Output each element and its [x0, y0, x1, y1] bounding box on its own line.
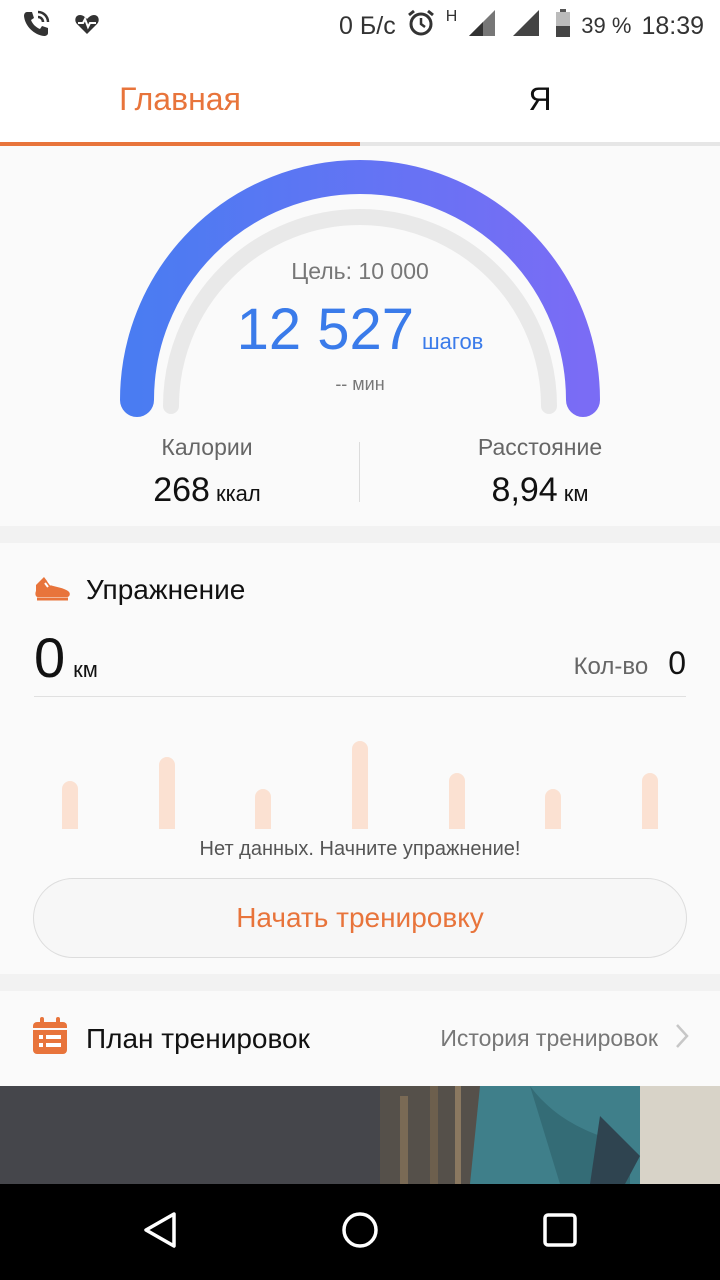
placeholder-bar: [255, 789, 271, 829]
tab-main-label: Главная: [119, 80, 241, 117]
distance-metric: Расстояние 8,94 км: [360, 434, 720, 510]
exercise-count: Кол-во 0: [574, 645, 686, 682]
running-shoe-icon: [34, 573, 72, 606]
alarm-icon: [406, 8, 436, 45]
home-icon: [340, 1210, 380, 1255]
signal-icon: [511, 8, 545, 45]
exercise-separator: [34, 696, 686, 697]
tab-me-label: Я: [528, 80, 552, 117]
calories-unit: ккал: [215, 481, 261, 506]
steps-card[interactable]: Цель: 10 000 12 527 шагов -- мин Калории…: [0, 146, 720, 526]
training-history-label: История тренировок: [440, 1025, 658, 1051]
clock: 18:39: [641, 11, 704, 40]
network-letter: H: [445, 8, 458, 25]
distance-unit: км: [563, 481, 589, 506]
calories-value: 268: [153, 471, 210, 509]
calories-metric: Калории 268 ккал: [27, 434, 387, 510]
calendar-icon: [32, 1017, 68, 1060]
exercise-distance: 0 км: [34, 625, 98, 690]
tab-main[interactable]: Главная: [0, 52, 360, 146]
placeholder-bar: [449, 773, 465, 829]
steps-unit: шагов: [422, 329, 484, 354]
exercise-title: Упражнение: [86, 573, 246, 605]
workout-banner-image[interactable]: [0, 1086, 720, 1184]
exercise-count-label: Кол-во: [573, 653, 649, 680]
placeholder-bar: [545, 789, 561, 829]
steps-goal: Цель: 10 000: [291, 258, 429, 284]
exercise-count-value: 0: [668, 645, 686, 681]
recents-button[interactable]: [500, 1184, 620, 1280]
distance-value: 8,94: [491, 471, 558, 509]
chevron-right-icon: [674, 1022, 690, 1055]
placeholder-bars: [0, 723, 720, 829]
back-button[interactable]: [100, 1184, 220, 1280]
steps-count: 12 527 шагов: [0, 296, 720, 363]
tab-bar: Главная Я: [0, 52, 720, 146]
start-workout-label: Начать тренировку: [236, 902, 484, 933]
back-icon: [140, 1210, 180, 1255]
exercise-card[interactable]: Упражнение 0 км Кол-во 0 Нет данных. Нач…: [0, 543, 720, 974]
heart-rate-icon: [74, 12, 100, 41]
steps-value: 12 527: [236, 297, 415, 362]
recents-icon: [542, 1212, 578, 1253]
exercise-distance-value: 0: [34, 626, 66, 689]
distance-label: Расстояние: [477, 434, 603, 460]
exercise-distance-unit: км: [73, 657, 98, 682]
placeholder-bar: [62, 781, 78, 829]
battery-icon: [555, 8, 571, 45]
workout-banner-art: [0, 1086, 720, 1184]
placeholder-bar: [642, 773, 658, 829]
home-button[interactable]: [300, 1184, 420, 1280]
calories-label: Калории: [161, 434, 253, 460]
system-nav-bar: [0, 1184, 720, 1280]
net-speed: 0 Б/с: [339, 11, 396, 40]
phone-wifi-call-icon: [20, 8, 52, 45]
signal-icon: [467, 8, 501, 45]
status-bar: 0 Б/с H 39 % 18:39: [0, 0, 720, 52]
start-workout-button[interactable]: Начать тренировку: [33, 878, 687, 958]
tab-me[interactable]: Я: [360, 52, 720, 146]
placeholder-bar: [352, 741, 368, 829]
no-data-message: Нет данных. Начните упражнение!: [199, 838, 521, 860]
training-history-link[interactable]: История тренировок: [440, 991, 690, 1086]
active-minutes: -- мин: [335, 374, 385, 394]
placeholder-bar: [159, 757, 175, 829]
training-plan-title: План тренировок: [86, 1022, 310, 1054]
battery-percent: 39 %: [581, 13, 632, 38]
training-plan-row[interactable]: План тренировок История тренировок: [0, 991, 720, 1086]
